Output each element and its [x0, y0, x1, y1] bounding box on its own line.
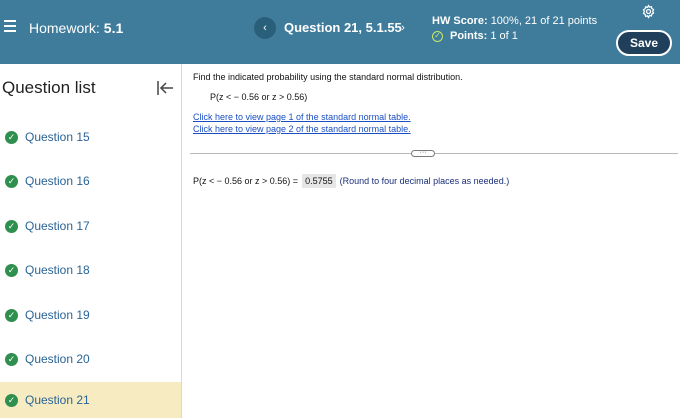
question-list-item[interactable]: ✓ Question 20	[0, 341, 181, 377]
check-icon: ✓	[5, 352, 18, 366]
question-item-label: Question 20	[25, 352, 90, 366]
probability-expression: P(z < − 0.56 or z > 0.56)	[210, 92, 308, 102]
normal-table-page1-link[interactable]: Click here to view page 1 of the standar…	[193, 112, 411, 122]
chevron-left-icon: ‹	[263, 22, 267, 34]
question-item-label: Question 16	[25, 174, 90, 188]
question-item-label: Question 21	[25, 393, 90, 407]
question-list-item[interactable]: ✓ Question 17	[0, 208, 181, 244]
question-list-item-active[interactable]: ✓ Question 21	[0, 382, 181, 418]
answer-row: P(z < − 0.56 or z > 0.56) = 0.5755 (Roun…	[193, 174, 509, 188]
resize-handle[interactable]: ···	[411, 149, 435, 157]
rounding-hint: (Round to four decimal places as needed.…	[339, 176, 510, 186]
menu-icon[interactable]	[4, 20, 16, 34]
gear-icon[interactable]	[641, 4, 656, 19]
question-list-item[interactable]: ✓ Question 16	[0, 163, 181, 199]
chevron-right-icon: ›	[401, 22, 405, 34]
question-prompt: Find the indicated probability using the…	[193, 72, 463, 82]
question-title: Question 21, 5.1.55	[284, 20, 402, 35]
question-list-item[interactable]: ✓ Question 15	[0, 119, 181, 155]
check-icon: ✓	[5, 174, 18, 188]
check-icon: ✓	[5, 393, 18, 407]
score-panel: HW Score: 100%, 21 of 21 points ✓ Points…	[432, 14, 597, 43]
homework-title: Homework: 5.1	[29, 20, 123, 36]
answer-input[interactable]: 0.5755	[302, 174, 336, 188]
points-value: 1 of 1	[490, 30, 518, 42]
question-list-item[interactable]: ✓ Question 18	[0, 252, 181, 288]
check-icon: ✓	[5, 308, 18, 322]
question-panel: Find the indicated probability using the…	[182, 64, 680, 418]
save-button[interactable]: Save	[616, 30, 672, 56]
next-question-button[interactable]: ›	[392, 17, 414, 39]
question-list-sidebar: Question list ✓ Question 15 ✓ Question 1…	[0, 64, 182, 418]
question-item-label: Question 18	[25, 263, 90, 277]
question-list-title: Question list	[2, 78, 96, 97]
question-list-item[interactable]: ✓ Question 19	[0, 297, 181, 333]
check-icon: ✓	[5, 219, 18, 233]
score-value: 100%, 21 of 21 points	[490, 15, 598, 27]
answer-prefix: P(z < − 0.56 or z > 0.56) =	[193, 176, 299, 186]
points-label: Points:	[450, 30, 488, 42]
check-icon: ✓	[5, 130, 18, 144]
homework-number: 5.1	[103, 20, 124, 36]
check-circle-icon: ✓	[432, 30, 443, 42]
question-item-label: Question 17	[25, 219, 90, 233]
normal-table-page2-link[interactable]: Click here to view page 2 of the standar…	[193, 124, 411, 134]
check-icon: ✓	[5, 263, 18, 277]
top-bar: Homework: 5.1 ‹ Question 21, 5.1.55 › HW …	[0, 0, 680, 64]
previous-question-button[interactable]: ‹	[254, 17, 276, 39]
homework-label: Homework:	[29, 20, 100, 36]
collapse-sidebar-icon[interactable]	[156, 79, 174, 97]
question-item-label: Question 19	[25, 308, 90, 322]
question-item-label: Question 15	[25, 130, 90, 144]
score-label: HW Score:	[432, 15, 488, 27]
